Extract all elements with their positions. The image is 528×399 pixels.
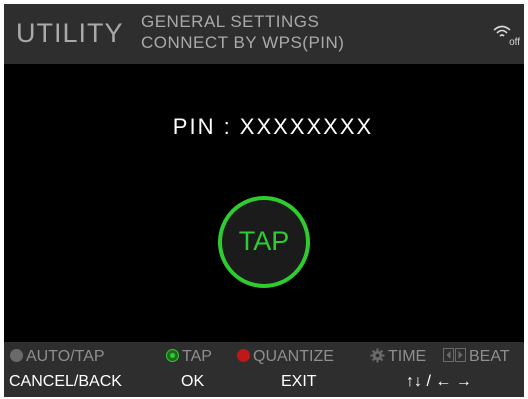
legend-tap-label: TAP — [182, 348, 212, 365]
legend-time: TIME — [370, 346, 426, 368]
red-dot-icon — [237, 349, 250, 362]
gear-icon — [370, 348, 385, 363]
legend-quantize-label: QUANTIZE — [253, 348, 334, 365]
bottom-bar: AUTO/TAP TAP QUANTIZE TIME BEAT CANCEL/B… — [4, 342, 524, 397]
pin-display: PIN : XXXXXXXX — [172, 114, 374, 139]
screen: UTILITY GENERAL SETTINGS CONNECT BY WPS(… — [0, 0, 528, 399]
control-legend: AUTO/TAP TAP QUANTIZE TIME BEAT — [4, 346, 524, 368]
action-row: CANCEL/BACK OK EXIT ↑↓ / ← → — [4, 371, 524, 393]
legend-tap: TAP — [166, 346, 212, 368]
breadcrumb-section: GENERAL SETTINGS — [141, 12, 320, 31]
tap-button-label: TAP — [238, 226, 290, 256]
page-title: UTILITY — [16, 18, 124, 48]
wifi-status-label: off — [509, 37, 520, 48]
legend-beat-label: BEAT — [469, 348, 510, 365]
grey-dot-icon — [10, 349, 23, 362]
legend-beat: BEAT — [443, 346, 510, 368]
legend-quantize: QUANTIZE — [237, 346, 334, 368]
device-display: UTILITY GENERAL SETTINGS CONNECT BY WPS(… — [4, 4, 524, 397]
legend-time-label: TIME — [388, 348, 427, 365]
navigate-arrows[interactable]: ↑↓ / ← → — [406, 371, 472, 393]
legend-auto-tap-label: AUTO/TAP — [26, 348, 105, 365]
beat-arrows-icon — [443, 348, 466, 362]
breadcrumb-page: CONNECT BY WPS(PIN) — [141, 33, 345, 52]
header-bar: UTILITY GENERAL SETTINGS CONNECT BY WPS(… — [4, 4, 524, 64]
breadcrumb: GENERAL SETTINGS CONNECT BY WPS(PIN) — [141, 12, 344, 54]
green-dot-icon — [166, 349, 179, 362]
cancel-back-button[interactable]: CANCEL/BACK — [9, 371, 122, 393]
wifi-status: off — [492, 24, 520, 48]
exit-button[interactable]: EXIT — [281, 371, 317, 393]
ok-button[interactable]: OK — [181, 371, 204, 393]
legend-auto-tap: AUTO/TAP — [10, 346, 105, 368]
tap-button[interactable]: TAP — [218, 196, 310, 288]
